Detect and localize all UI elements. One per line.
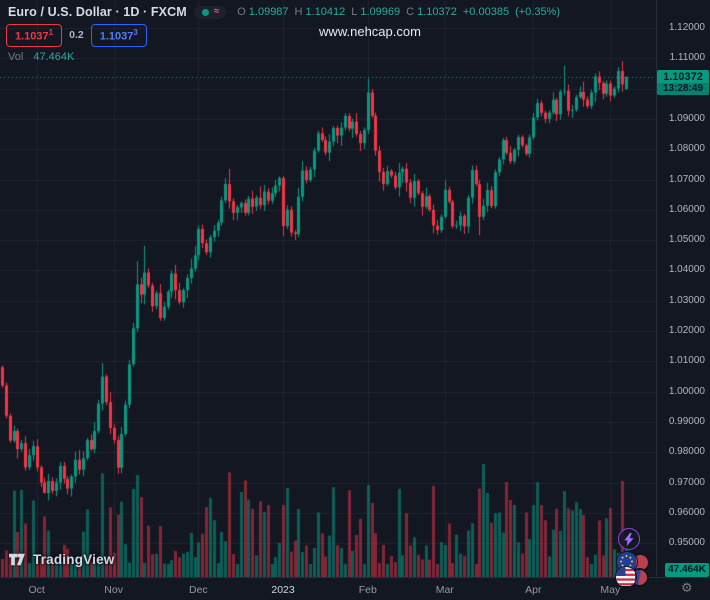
price-tick-label: 1.02000 <box>669 325 705 336</box>
time-axis[interactable]: OctNovDec2023FebMarAprMay <box>0 577 710 600</box>
time-tick-label: Feb <box>359 584 377 596</box>
last-price-value: 1.10372 <box>657 70 709 83</box>
time-tick-label: Dec <box>189 584 208 596</box>
change-absolute: +0.00385 <box>463 6 509 18</box>
price-tick-label: 1.12000 <box>669 22 705 33</box>
volume-badge: 47.464K <box>665 563 709 577</box>
market-open-dot-icon <box>202 9 209 16</box>
price-tick-label: 0.96000 <box>669 507 705 518</box>
volume-legend[interactable]: Vol 47.464K <box>8 51 74 63</box>
time-tick-label: Nov <box>104 584 123 596</box>
high-value: 1.10412 <box>306 6 346 18</box>
price-tick-label: 1.03000 <box>669 295 705 306</box>
open-value: 1.09987 <box>249 6 289 18</box>
ohlc-readout: O 1.09987 H 1.10412 L 1.09969 C 1.10372 … <box>237 6 560 18</box>
close-value: 1.10372 <box>417 6 457 18</box>
market-status-pill[interactable]: ≈ <box>194 6 227 19</box>
sell-button[interactable]: 1.10371 <box>6 24 62 47</box>
price-tick-label: 1.08000 <box>669 143 705 154</box>
bar-countdown: 13:28:49 <box>657 83 709 95</box>
close-label: C <box>406 6 414 18</box>
time-tick-label: Mar <box>436 584 454 596</box>
candlestick-chart-canvas[interactable] <box>0 0 656 577</box>
spread-value: 0.2 <box>69 29 84 41</box>
gear-icon[interactable]: ⚙ <box>681 580 693 596</box>
time-tick-label: 2023 <box>271 584 294 596</box>
tradingview-mark-icon <box>8 551 27 568</box>
price-tick-label: 1.11000 <box>670 52 705 63</box>
watermark-text: www.nehcap.com <box>318 24 422 39</box>
high-label: H <box>295 6 303 18</box>
boost-button[interactable] <box>618 528 640 550</box>
usd-flag-pair[interactable] <box>615 566 651 589</box>
tradingview-logo-text: TradingView <box>33 552 114 567</box>
last-price-badge[interactable]: 1.10372 13:28:49 <box>657 70 709 95</box>
tradingview-chart-window: Euro / U.S. Dollar · 1D · FXCM ≈ O 1.099… <box>0 0 710 600</box>
volume-value: 47.464K <box>33 51 74 63</box>
price-tick-label: 1.04000 <box>669 264 705 275</box>
low-label: L <box>351 6 357 18</box>
change-percent: (+0.35%) <box>515 6 560 18</box>
price-tick-label: 1.01000 <box>669 355 705 366</box>
bid-ask-row: 1.10371 0.2 1.10373 <box>6 24 147 47</box>
price-tick-label: 1.06000 <box>669 204 705 215</box>
volume-label: Vol <box>8 51 23 63</box>
price-tick-label: 0.95000 <box>669 537 705 548</box>
lightning-icon <box>624 533 634 546</box>
price-tick-label: 0.99000 <box>669 416 705 427</box>
open-label: O <box>237 6 246 18</box>
time-tick-label: Apr <box>525 584 541 596</box>
price-tick-label: 1.09000 <box>669 113 705 124</box>
low-value: 1.09969 <box>360 6 400 18</box>
price-tick-label: 0.98000 <box>669 446 705 457</box>
us-flag-icon <box>615 566 637 588</box>
delayed-data-icon: ≈ <box>214 9 219 15</box>
tradingview-logo[interactable]: TradingView <box>8 551 114 568</box>
buy-button[interactable]: 1.10373 <box>91 24 147 47</box>
symbol-title[interactable]: Euro / U.S. Dollar · 1D · FXCM <box>8 5 187 19</box>
time-tick-label: Oct <box>28 584 44 596</box>
price-tick-label: 1.05000 <box>669 234 705 245</box>
chart-legend: Euro / U.S. Dollar · 1D · FXCM ≈ O 1.099… <box>8 5 560 19</box>
price-tick-label: 1.00000 <box>669 386 705 397</box>
price-tick-label: 1.07000 <box>669 174 705 185</box>
price-tick-label: 0.97000 <box>669 477 705 488</box>
